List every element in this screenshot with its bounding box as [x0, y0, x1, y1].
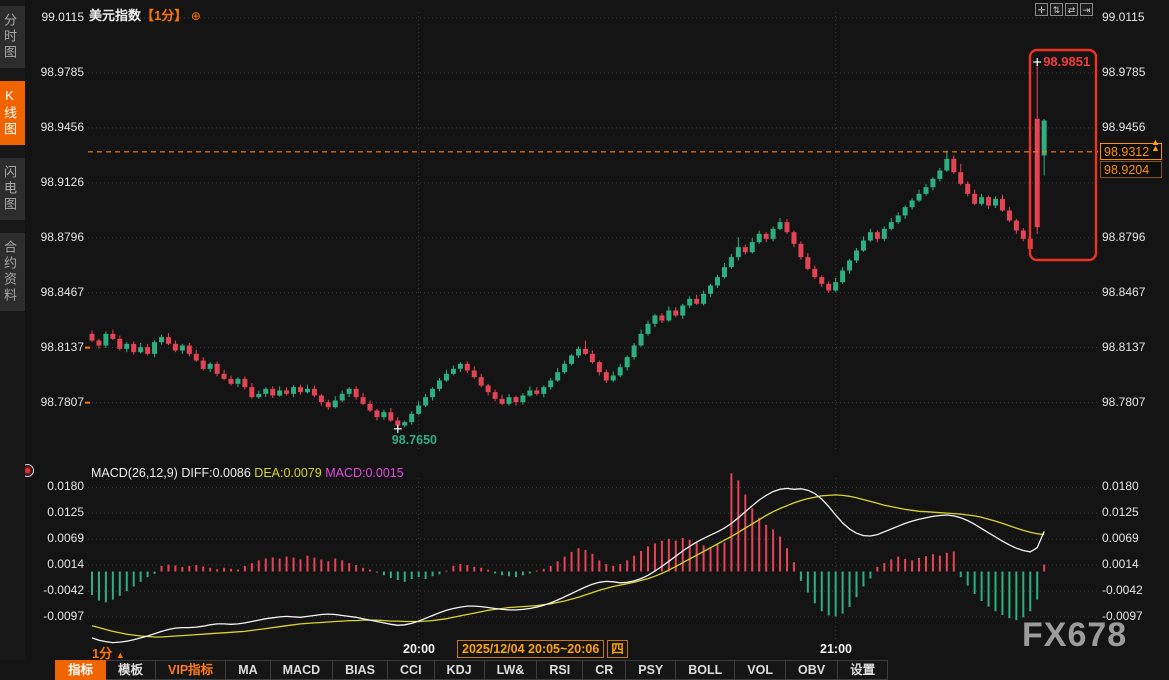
toolbar-button-KDJ[interactable]: KDJ [435, 660, 485, 680]
sidebar-item-3[interactable]: 合约资料 [0, 233, 25, 311]
price-up-arrow-icon: ▲▲ [1151, 139, 1160, 151]
add-indicator-icon[interactable]: ⊕ [191, 9, 201, 23]
timeframe-label: 【1分】 [141, 8, 187, 23]
selected-range-box: 2025/12/04 20:05~20:06 四 [457, 640, 628, 658]
price-tick-left: 98.7807 [20, 395, 84, 409]
toolbar-button-CR[interactable]: CR [583, 660, 626, 680]
macd-tick-right: 0.0014 [1102, 557, 1139, 571]
macd-tick-left: 0.0014 [20, 557, 84, 571]
toolbar-button-PSY[interactable]: PSY [626, 660, 676, 680]
toolbar-button-VIP指标[interactable]: VIP指标 [156, 660, 226, 680]
price-tick-left: 98.9456 [20, 120, 84, 134]
sidebar-item-2[interactable]: 闪电图 [0, 158, 25, 220]
time-axis-row: 1分 ▲ 20:00 2025/12/04 20:05~20:06 四 21:0… [0, 638, 1169, 660]
chart-tool-icons: ✛⇅⇄⇥ [1035, 3, 1093, 16]
toolbar-button-OBV[interactable]: OBV [786, 660, 838, 680]
price-tick-right: 99.0115 [1102, 10, 1145, 24]
price-tick-right: 98.8467 [1102, 285, 1145, 299]
macd-tick-right: -0.0042 [1102, 583, 1143, 597]
toolbar-button-设置[interactable]: 设置 [838, 660, 888, 680]
macd-tick-right: 0.0125 [1102, 505, 1139, 519]
time-tick-right: 21:00 [811, 642, 861, 656]
macd-tick-left: 0.0069 [20, 531, 84, 545]
chevron-up-icon: ▲ [116, 650, 125, 660]
move-icon[interactable]: ✛ [1035, 3, 1048, 16]
toolbar-button-MA[interactable]: MA [226, 660, 270, 680]
macd-tick-left: 0.0125 [20, 505, 84, 519]
pan-right-icon[interactable]: ⇥ [1080, 3, 1093, 16]
price-tick-right: 98.8796 [1102, 230, 1145, 244]
price-tick-right: 98.8137 [1102, 340, 1145, 354]
price-tick-left: 98.8467 [20, 285, 84, 299]
time-tick-left: 20:00 [394, 642, 444, 656]
toolbar-button-LW&[interactable]: LW& [485, 660, 538, 680]
secondary-price-tag: 98.9204 [1100, 161, 1162, 178]
low-annotation: 98.7650 [392, 433, 437, 447]
sidebar-item-1[interactable]: K线图 [0, 81, 25, 145]
sidebar-item-0[interactable]: 分时图 [0, 6, 25, 68]
high-annotation: 98.9851 [1043, 54, 1090, 69]
price-tick-right: 98.9785 [1102, 65, 1145, 79]
macd-tick-right: 0.0069 [1102, 531, 1139, 545]
price-tick-left: 98.9126 [20, 175, 84, 189]
price-tick-right: 98.9456 [1102, 120, 1145, 134]
indicator-toolbar: 指标模板VIP指标MAMACDBIASCCIKDJLW&RSICRPSYBOLL… [55, 660, 888, 680]
macd-diff-value: DIFF:0.0086 [181, 466, 250, 480]
watermark: FX678 [1022, 616, 1127, 655]
macd-tick-left: -0.0042 [20, 583, 84, 597]
price-tick-left: 98.8137 [20, 340, 84, 354]
toolbar-button-RSI[interactable]: RSI [537, 660, 583, 680]
toolbar-button-BOLL[interactable]: BOLL [676, 660, 735, 680]
scale-horizontal-icon[interactable]: ⇄ [1065, 3, 1078, 16]
macd-tick-left: 0.0180 [20, 479, 84, 493]
selected-date-range: 2025/12/04 20:05~20:06 [457, 640, 604, 658]
candlestick-and-macd-chart[interactable]: 98.9851 98.7650 [0, 0, 1169, 660]
toolbar-button-MACD[interactable]: MACD [271, 660, 334, 680]
trading-app: 分时图K线图闪电图合约资料 美元指数【1分】 ⊕ ✛⇅⇄⇥ 98.985198.… [0, 0, 1169, 680]
macd-tick-left: -0.0097 [20, 609, 84, 623]
price-tick-left: 99.0115 [20, 10, 84, 24]
instrument-title: 美元指数 [89, 8, 141, 23]
macd-header: MACD(26,12,9) DIFF:0.0086 DEA:0.0079 MAC… [91, 466, 404, 480]
toolbar-button-BIAS[interactable]: BIAS [333, 660, 388, 680]
toolbar-button-指标[interactable]: 指标 [55, 660, 106, 680]
macd-macd-value: MACD:0.0015 [325, 466, 404, 480]
macd-dea-value: DEA:0.0079 [254, 466, 321, 480]
macd-tick-right: 0.0180 [1102, 479, 1139, 493]
scale-vertical-icon[interactable]: ⇅ [1050, 3, 1063, 16]
chart-title-bar: 美元指数【1分】 ⊕ [89, 5, 201, 24]
toolbar-button-CCI[interactable]: CCI [388, 660, 435, 680]
weekday-badge: 四 [607, 640, 628, 658]
sidebar: 分时图 K线图闪电图合约资料 [0, 0, 25, 660]
toolbar-button-VOL[interactable]: VOL [735, 660, 786, 680]
macd-params: MACD(26,12,9) [91, 466, 178, 480]
price-tick-left: 98.9785 [20, 65, 84, 79]
price-tick-right: 98.7807 [1102, 395, 1145, 409]
price-tick-left: 98.8796 [20, 230, 84, 244]
toolbar-button-模板[interactable]: 模板 [106, 660, 156, 680]
